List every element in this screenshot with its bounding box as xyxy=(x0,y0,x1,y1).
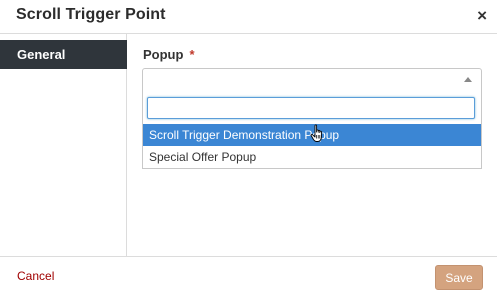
modal-footer: Cancel Save xyxy=(0,256,497,297)
content-panel: Popup * Scroll Trigger Demonstration Popu… xyxy=(127,34,497,256)
cancel-link[interactable]: Cancel xyxy=(17,269,54,283)
close-icon[interactable]: × xyxy=(477,6,487,26)
tab-general[interactable]: General xyxy=(0,40,127,69)
caret-up-icon xyxy=(464,77,472,82)
dropdown-search-input[interactable] xyxy=(147,97,475,119)
save-button[interactable]: Save xyxy=(435,265,483,290)
hand-pointer-icon xyxy=(310,124,322,142)
modal-title: Scroll Trigger Point xyxy=(16,6,166,23)
modal-header: Scroll Trigger Point × xyxy=(0,0,497,34)
popup-select[interactable] xyxy=(142,68,482,93)
popup-label-text: Popup xyxy=(143,47,184,62)
scroll-trigger-modal: Scroll Trigger Point × General Popup * Sc… xyxy=(0,0,497,297)
dropdown-option-special-offer[interactable]: Special Offer Popup xyxy=(143,146,481,168)
tabs-sidebar: General xyxy=(0,34,127,256)
popup-field-label: Popup * xyxy=(143,47,195,62)
required-marker: * xyxy=(189,47,195,62)
